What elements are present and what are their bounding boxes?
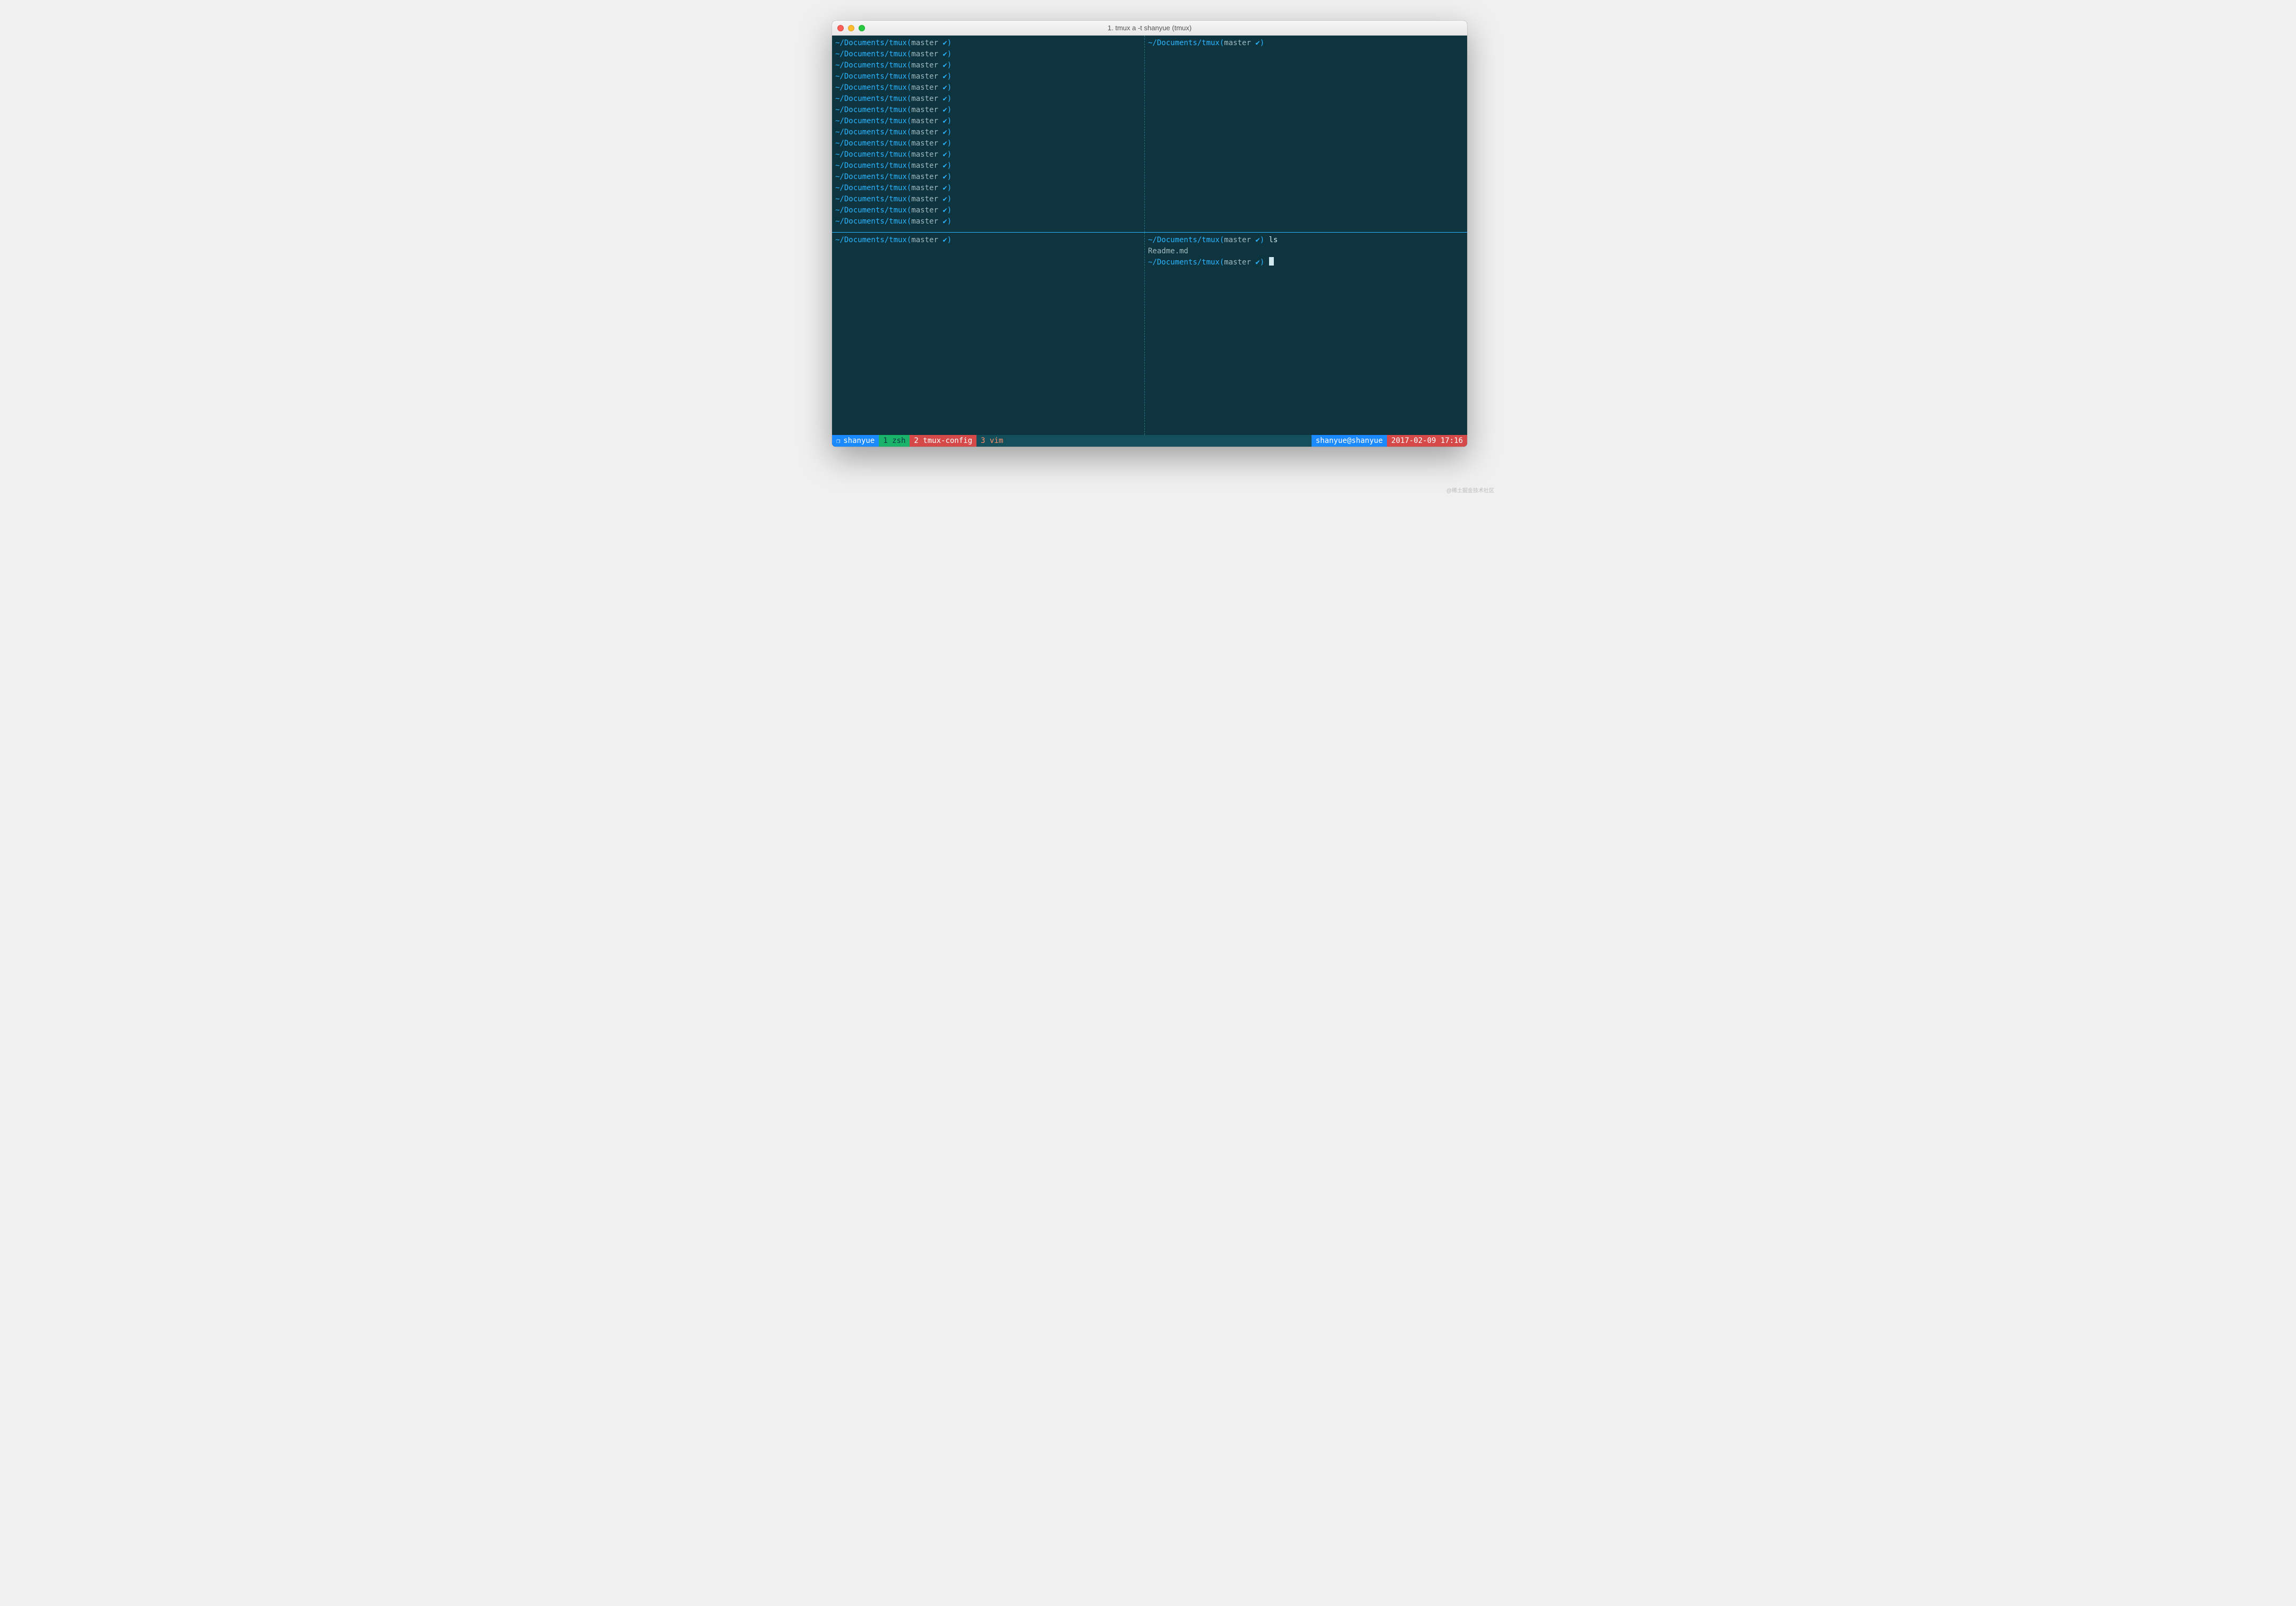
prompt-line: ~/Documents/tmux(master ✔) (835, 116, 1140, 126)
prompt-line: ~/Documents/tmux(master ✔) (835, 172, 1140, 182)
prompt-line: ~/Documents/tmux(master ✔) (835, 127, 1140, 138)
tmux-pane-lower-left[interactable]: ~/Documents/tmux(master ✔) (832, 233, 1143, 435)
status-session[interactable]: ❐ shanyue (832, 435, 879, 447)
prompt-line: ~/Documents/tmux(master ✔) ls (1148, 235, 1464, 245)
tmux-pane-upper-right[interactable]: ~/Documents/tmux(master ✔) (1144, 36, 1467, 232)
status-datetime: 2017-02-09 17:16 (1387, 435, 1467, 447)
prompt-line: ~/Documents/tmux(master ✔) (835, 235, 1140, 245)
window-title: 1. tmux a -t shanyue (tmux) (832, 24, 1467, 32)
prompt-line: ~/Documents/tmux(master ✔) (835, 38, 1140, 48)
tmux-pane-upper-left[interactable]: ~/Documents/tmux(master ✔)~/Documents/tm… (832, 36, 1143, 232)
terminal-area[interactable]: ~/Documents/tmux(master ✔)~/Documents/tm… (832, 36, 1467, 447)
minimize-icon[interactable] (848, 25, 854, 31)
prompt-line: ~/Documents/tmux(master ✔) (1148, 38, 1464, 48)
status-user-host: shanyue@shanyue (1312, 435, 1387, 447)
prompt-line: ~/Documents/tmux(master ✔) (835, 71, 1140, 82)
watermark: @稀土掘金技术社区 (1446, 486, 1494, 494)
prompt-line-active[interactable]: ~/Documents/tmux(master ✔) (1148, 257, 1464, 268)
cursor-icon (1269, 257, 1274, 266)
prompt-line: ~/Documents/tmux(master ✔) (835, 216, 1140, 227)
prompt-line: ~/Documents/tmux(master ✔) (835, 160, 1140, 171)
terminal-window: 1. tmux a -t shanyue (tmux) ~/Documents/… (832, 21, 1467, 447)
prompt-line: ~/Documents/tmux(master ✔) (835, 82, 1140, 93)
zoom-icon[interactable] (859, 25, 865, 31)
prompt-line: ~/Documents/tmux(master ✔) (835, 105, 1140, 115)
prompt-line: ~/Documents/tmux(master ✔) (835, 93, 1140, 104)
prompt-line: ~/Documents/tmux(master ✔) (835, 49, 1140, 59)
command-output: Readme.md (1148, 246, 1464, 257)
prompt-line: ~/Documents/tmux(master ✔) (835, 149, 1140, 160)
prompt-line: ~/Documents/tmux(master ✔) (835, 138, 1140, 149)
session-icon: ❐ (836, 435, 840, 446)
tmux-pane-lower-right[interactable]: ~/Documents/tmux(master ✔) lsReadme.md~/… (1144, 233, 1467, 435)
session-name: shanyue (843, 435, 875, 446)
status-window-2[interactable]: 2 tmux-config (910, 435, 976, 447)
titlebar[interactable]: 1. tmux a -t shanyue (tmux) (832, 21, 1467, 36)
prompt-line: ~/Documents/tmux(master ✔) (835, 205, 1140, 216)
prompt-line: ~/Documents/tmux(master ✔) (835, 60, 1140, 71)
prompt-line: ~/Documents/tmux(master ✔) (835, 183, 1140, 193)
prompt-line: ~/Documents/tmux(master ✔) (835, 194, 1140, 204)
status-window-3[interactable]: 3 vim (976, 435, 1007, 447)
status-window-1[interactable]: 1 zsh (879, 435, 910, 447)
tmux-status-bar: ❐ shanyue 1 zsh 2 tmux-config 3 vim shan… (832, 435, 1467, 447)
traffic-lights (832, 25, 865, 31)
close-icon[interactable] (837, 25, 844, 31)
